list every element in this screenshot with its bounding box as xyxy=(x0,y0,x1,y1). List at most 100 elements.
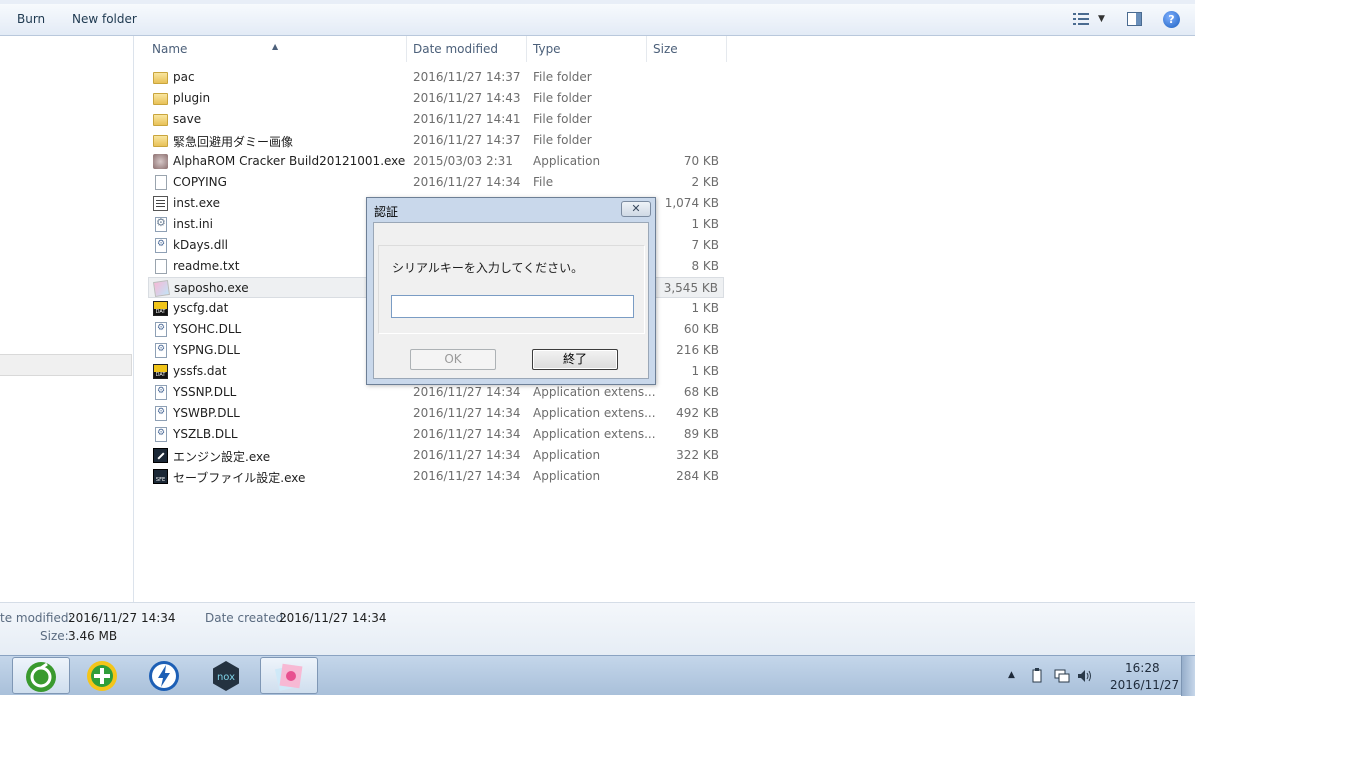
file-name: COPYING xyxy=(173,175,227,189)
show-desktop-button[interactable] xyxy=(1181,656,1195,696)
command-bar: Burn New folder ▼ ? xyxy=(0,4,1195,36)
file-size: 68 KB xyxy=(683,385,719,399)
file-name: YSPNG.DLL xyxy=(173,343,240,357)
folder-icon xyxy=(153,114,168,126)
date-created-value: 2016/11/27 14:34 xyxy=(279,611,387,625)
file-name: save xyxy=(173,112,202,126)
serial-key-input[interactable] xyxy=(391,295,634,318)
file-row[interactable]: YSSNP.DLL 2016/11/27 14:34 Application ext… xyxy=(148,382,724,403)
date-modified-label: te modified: xyxy=(0,611,73,625)
dialog-close-icon[interactable]: ✕ xyxy=(621,201,651,217)
new-folder-button[interactable]: New folder xyxy=(72,12,137,26)
column-header-name[interactable]: Name xyxy=(152,42,187,56)
file-size: 1 KB xyxy=(691,301,719,315)
dll-icon xyxy=(155,238,167,253)
file-date-modified: 2016/11/27 14:34 xyxy=(413,385,521,399)
dialog-body: シリアルキーを入力してください。 OK 終了 xyxy=(373,222,649,379)
file-row[interactable]: YSZLB.DLL 2016/11/27 14:34 Application ext… xyxy=(148,424,724,445)
file-size: 492 KB xyxy=(676,406,719,420)
file-name: セーブファイル設定.exe xyxy=(173,471,306,485)
file-type: File folder xyxy=(533,112,592,126)
dll-icon xyxy=(155,343,167,358)
details-pane: te modified: 2016/11/27 14:34 Date creat… xyxy=(0,602,1195,656)
safely-remove-hardware-icon[interactable] xyxy=(1030,668,1044,684)
file-date-modified: 2016/11/27 14:41 xyxy=(413,112,521,126)
file-date-modified: 2016/11/27 14:37 xyxy=(413,133,521,147)
dll-icon xyxy=(155,406,167,421)
file-type: File folder xyxy=(533,91,592,105)
dat-icon xyxy=(153,364,168,379)
column-header-size[interactable]: Size xyxy=(653,42,678,56)
auth-dialog: 認証 ✕ シリアルキーを入力してください。 OK 終了 xyxy=(366,197,656,385)
navigation-pane xyxy=(0,36,134,602)
file-date-modified: 2016/11/27 14:34 xyxy=(413,427,521,441)
file-row[interactable]: COPYING 2016/11/27 14:34 File 2 KB xyxy=(148,172,724,193)
file-row[interactable]: plugin 2016/11/27 14:43 File folder xyxy=(148,88,724,109)
clock-date[interactable]: 2016/11/27 xyxy=(1110,678,1179,692)
file-row[interactable]: 緊急回避用ダミー画像 2016/11/27 14:37 File folder xyxy=(148,130,724,151)
dialog-message: シリアルキーを入力してください。 xyxy=(392,261,584,275)
app-icon xyxy=(153,196,168,211)
folder-icon xyxy=(153,135,168,147)
clock-time[interactable]: 16:28 xyxy=(1125,661,1160,675)
file-row[interactable]: pac 2016/11/27 14:37 File folder xyxy=(148,67,724,88)
app-plus-icon xyxy=(87,661,117,691)
file-name: inst.ini xyxy=(173,217,213,231)
app-icon xyxy=(153,280,170,297)
ok-button[interactable]: OK xyxy=(410,349,496,370)
column-separator[interactable] xyxy=(646,36,647,62)
file-row[interactable]: AlphaROM Cracker Build20121001.exe 2015/0… xyxy=(148,151,724,172)
file-row[interactable]: セーブファイル設定.exe 2016/11/27 14:34 Application… xyxy=(148,466,724,487)
file-size: 1 KB xyxy=(691,217,719,231)
file-type: Application extens... xyxy=(533,427,656,441)
column-separator[interactable] xyxy=(406,36,407,62)
column-header-type[interactable]: Type xyxy=(533,42,561,56)
burn-button[interactable]: Burn xyxy=(17,12,45,26)
column-separator[interactable] xyxy=(726,36,727,62)
nox-label: nox xyxy=(217,672,235,683)
file-date-modified: 2015/03/03 2:31 xyxy=(413,154,513,168)
file-date-modified: 2016/11/27 14:37 xyxy=(413,70,521,84)
column-separator[interactable] xyxy=(526,36,527,62)
file-type: File folder xyxy=(533,70,592,84)
app-icon xyxy=(153,469,168,484)
volume-icon[interactable] xyxy=(1077,668,1093,684)
file-date-modified: 2016/11/27 14:34 xyxy=(413,448,521,462)
date-created-label: Date created: xyxy=(205,611,288,625)
file-icon xyxy=(155,175,167,190)
file-type: Application extens... xyxy=(533,406,656,420)
view-options-icon[interactable] xyxy=(1073,13,1089,25)
view-dropdown-chevron-icon[interactable]: ▼ xyxy=(1098,14,1105,24)
file-size: 89 KB xyxy=(683,427,719,441)
file-row[interactable]: YSWBP.DLL 2016/11/27 14:34 Application ext… xyxy=(148,403,724,424)
dll-icon xyxy=(155,385,167,400)
file-name: readme.txt xyxy=(173,259,240,273)
file-name: saposho.exe xyxy=(174,281,249,295)
file-type: Application xyxy=(533,448,601,462)
nav-selected-item[interactable] xyxy=(0,354,132,376)
folder-icon xyxy=(153,72,168,84)
exit-button[interactable]: 終了 xyxy=(532,349,618,370)
show-hidden-icons-icon[interactable]: ▲ xyxy=(1008,670,1015,680)
file-row[interactable]: エンジン設定.exe 2016/11/27 14:34 Application 322… xyxy=(148,445,724,466)
network-icon[interactable] xyxy=(1054,668,1070,684)
taskbar-app-lightning[interactable] xyxy=(136,657,194,694)
preview-pane-icon[interactable] xyxy=(1127,12,1142,26)
file-date-modified: 2016/11/27 14:34 xyxy=(413,406,521,420)
dll-icon xyxy=(155,322,167,337)
file-name: 緊急回避用ダミー画像 xyxy=(173,135,294,149)
taskbar-app-nox[interactable]: nox xyxy=(198,657,256,694)
taskbar-app-saposho[interactable] xyxy=(260,657,318,694)
file-name: YSZLB.DLL xyxy=(173,427,238,441)
column-header-date-modified[interactable]: Date modified xyxy=(413,42,498,56)
file-row[interactable]: save 2016/11/27 14:41 File folder xyxy=(148,109,724,130)
file-size: 1 KB xyxy=(691,364,719,378)
taskbar-app-plus[interactable] xyxy=(74,657,132,694)
taskbar-app-green[interactable] xyxy=(12,657,70,694)
file-name: YSSNP.DLL xyxy=(173,385,237,399)
saposho-icon xyxy=(274,663,303,691)
help-icon[interactable]: ? xyxy=(1163,11,1180,28)
file-name: AlphaROM Cracker Build20121001.exe xyxy=(173,154,406,168)
date-modified-value: 2016/11/27 14:34 xyxy=(68,611,176,625)
file-size: 70 KB xyxy=(683,154,719,168)
